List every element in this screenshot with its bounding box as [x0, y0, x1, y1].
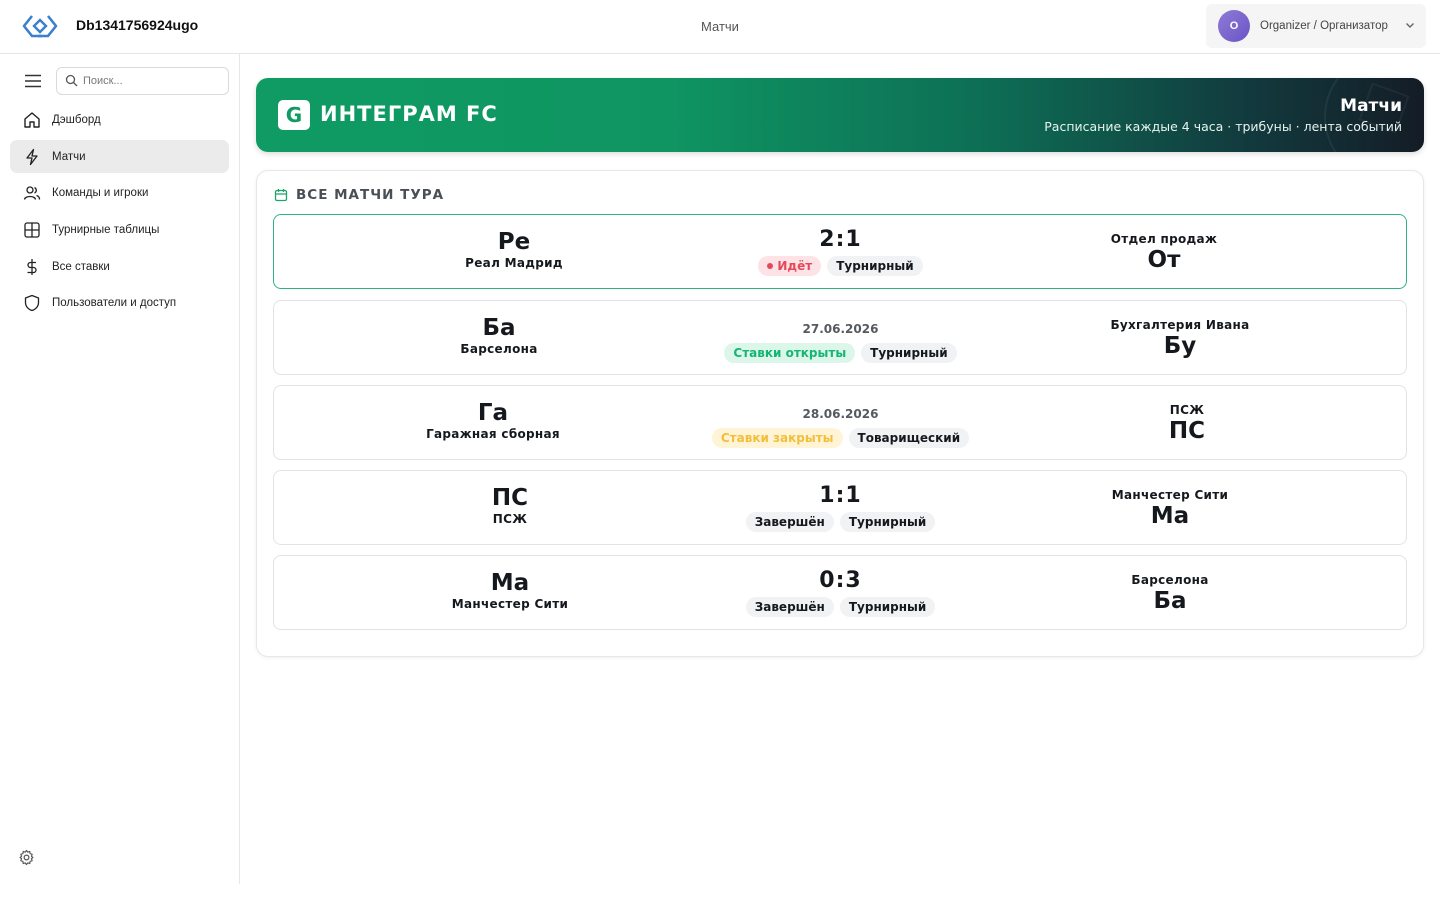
brand-name: ИНТЕГРАМ FC [320, 102, 498, 126]
match-type-badge: Турнирный [839, 597, 936, 617]
match-center: 1:1 Завершён Турнирный [674, 471, 1007, 544]
users-icon [23, 185, 41, 200]
sidebar-item-label: Матчи [52, 150, 86, 163]
team-name: Барселона [1131, 573, 1209, 587]
away-team: Барселона Ба [1080, 556, 1260, 629]
status-badge: Завершён [745, 597, 834, 617]
gear-icon[interactable] [18, 849, 35, 866]
team-abbr: Бу [1163, 333, 1197, 359]
status-badge: Завершён [745, 512, 834, 532]
search-box[interactable] [56, 67, 229, 95]
team-abbr: ПС [491, 485, 529, 511]
match-type-badge: Товарищеский [848, 428, 970, 448]
sidebar-item-users-access[interactable]: Пользователи и доступ [10, 286, 229, 319]
brand-badge: G [278, 100, 310, 130]
sidebar-item-teams[interactable]: Команды и игроки [10, 176, 229, 209]
table-grid-icon [24, 221, 40, 238]
app-title[interactable]: Db1341756924ugo [76, 17, 198, 33]
sidebar: Дэшборд Матчи Команды и игроки Турнирные… [0, 54, 240, 884]
match-row[interactable]: Ба Барселона 27.06.2026 Ставки открыты Т… [273, 300, 1407, 375]
team-abbr: От [1147, 247, 1181, 273]
match-row[interactable]: Ма Манчестер Сити 0:3 Завершён Турнирный… [273, 555, 1407, 630]
away-team: Бухгалтерия Ивана Бу [1090, 301, 1270, 374]
banner-subtitle: Расписание каждые 4 часа · трибуны · лен… [1044, 119, 1402, 134]
status-badge: Идёт [758, 256, 822, 276]
home-team: Га Гаражная сборная [413, 386, 573, 459]
team-abbr: Ма [1150, 503, 1190, 529]
sidebar-item-label: Турнирные таблицы [52, 223, 160, 236]
sidebar-item-bets[interactable]: Все ставки [10, 250, 229, 283]
search-input[interactable] [83, 73, 223, 89]
away-team: ПСЖ ПС [1097, 386, 1277, 459]
section-title: ВСЕ МАТЧИ ТУРА [296, 187, 445, 203]
home-team: Ба Барселона [419, 301, 579, 374]
team-name: ПСЖ [492, 512, 528, 526]
status-badge: Ставки закрыты [711, 428, 843, 448]
hero-banner: G ИНТЕГРАМ FC Матчи Расписание каждые 4 … [256, 78, 1424, 152]
app-logo-icon[interactable] [20, 12, 60, 40]
team-name: Реал Мадрид [465, 256, 563, 270]
team-abbr: Ре [497, 229, 531, 255]
home-team: ПС ПСЖ [430, 471, 590, 544]
sidebar-item-label: Все ставки [52, 260, 110, 273]
card-header: ВСЕ МАТЧИ ТУРА [274, 187, 444, 203]
match-row[interactable]: Ре Реал Мадрид 2:1 Идёт Турнирный Отдел … [273, 214, 1407, 289]
team-abbr: Га [477, 400, 509, 426]
sidebar-item-dashboard[interactable]: Дэшборд [10, 103, 229, 136]
match-row[interactable]: ПС ПСЖ 1:1 Завершён Турнирный Манчестер … [273, 470, 1407, 545]
home-icon [24, 111, 40, 128]
team-name: Манчестер Сити [451, 597, 569, 611]
user-menu-button[interactable]: O Organizer / Организатор [1206, 4, 1426, 48]
match-center: 27.06.2026 Ставки открыты Турнирный [674, 301, 1007, 374]
match-center: 2:1 Идёт Турнирный [674, 215, 1007, 288]
team-abbr: Ма [490, 570, 530, 596]
home-team: Ма Манчестер Сити [430, 556, 590, 629]
match-center: 28.06.2026 Ставки закрыты Товарищеский [674, 386, 1007, 459]
match-type-badge: Турнирный [839, 512, 936, 532]
banner-title: Матчи [1340, 96, 1402, 116]
team-name: ПСЖ [1169, 403, 1205, 417]
user-name: Organizer / Организатор [1260, 20, 1388, 32]
sidebar-item-label: Команды и игроки [52, 186, 149, 199]
match-score: 1:1 [819, 483, 862, 508]
match-row[interactable]: Га Гаражная сборная 28.06.2026 Ставки за… [273, 385, 1407, 460]
live-dot-icon [767, 263, 774, 269]
sidebar-item-standings[interactable]: Турнирные таблицы [10, 213, 229, 246]
top-bar: Db1341756924ugo Матчи O Organizer / Орга… [0, 0, 1440, 54]
calendar-icon [274, 189, 288, 202]
chevron-down-icon [1406, 23, 1414, 28]
team-name: Барселона [460, 342, 538, 356]
team-abbr: Ба [1153, 588, 1187, 614]
match-score: 2:1 [819, 227, 862, 252]
avatar: O [1218, 10, 1250, 42]
team-name: Бухгалтерия Ивана [1110, 318, 1250, 332]
match-center: 0:3 Завершён Турнирный [674, 556, 1007, 629]
match-score: 0:3 [819, 568, 862, 593]
match-type-badge: Турнирный [827, 256, 923, 276]
team-name: Манчестер Сити [1111, 488, 1229, 502]
menu-toggle-icon[interactable] [24, 74, 42, 88]
home-team: Ре Реал Мадрид [434, 215, 594, 288]
sidebar-item-label: Дэшборд [52, 113, 101, 126]
sidebar-item-label: Пользователи и доступ [52, 296, 177, 309]
status-badge: Ставки открыты [724, 343, 856, 363]
sidebar-item-matches[interactable]: Матчи [10, 140, 229, 173]
status-text: Идёт [777, 259, 813, 273]
shield-icon [24, 294, 40, 311]
away-team: Отдел продаж От [1074, 215, 1254, 288]
team-name: Отдел продаж [1110, 232, 1218, 246]
match-date: 27.06.2026 [802, 322, 879, 336]
away-team: Манчестер Сити Ма [1080, 471, 1260, 544]
team-abbr: ПС [1168, 418, 1206, 444]
match-type-badge: Турнирный [861, 343, 957, 363]
team-name: Гаражная сборная [426, 427, 560, 441]
search-icon [65, 74, 78, 87]
matches-card: ВСЕ МАТЧИ ТУРА Ре Реал Мадрид 2:1 Идёт Т… [256, 170, 1424, 657]
match-date: 28.06.2026 [802, 407, 879, 421]
team-abbr: Ба [482, 315, 516, 341]
lightning-icon [26, 148, 38, 165]
dollar-icon [27, 258, 37, 275]
